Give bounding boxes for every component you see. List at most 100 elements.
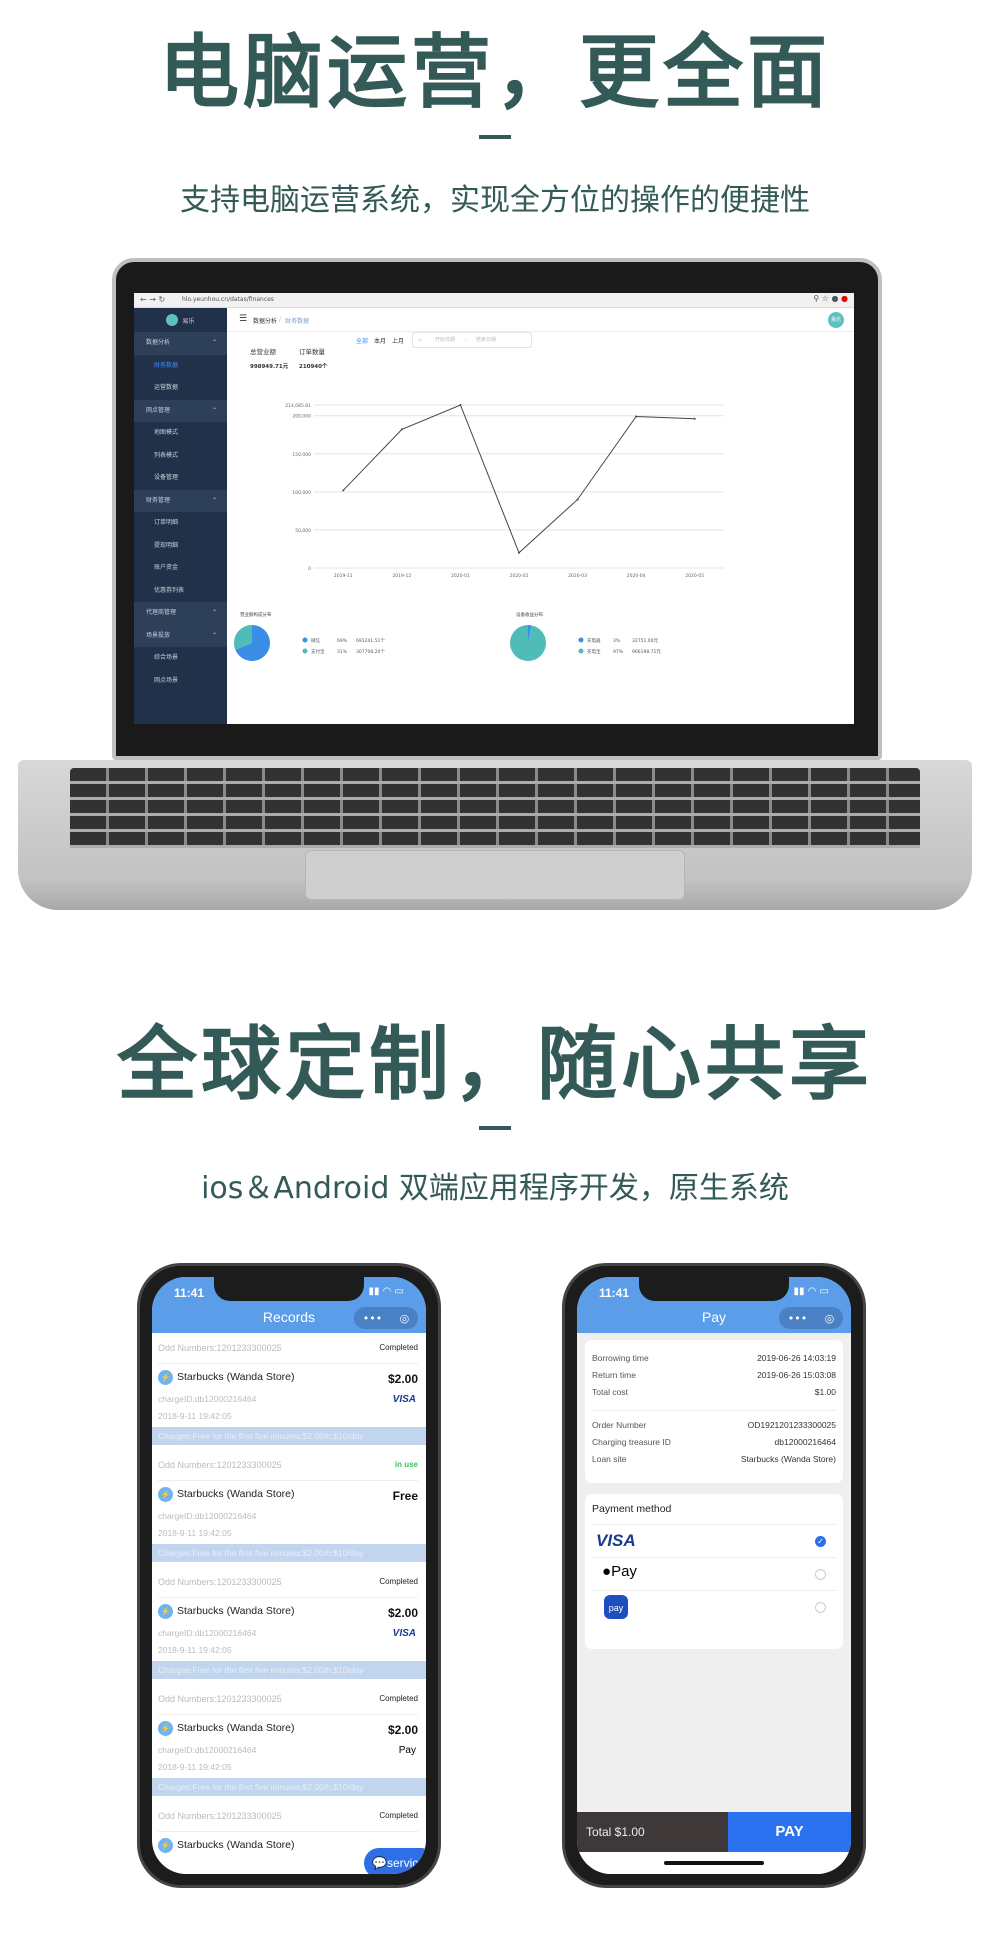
record-status: Completed [379,1343,418,1352]
keyboard [70,768,920,848]
amount: Free [392,1489,418,1503]
status-icons: ▮▮ ◠ ▭ [793,1286,829,1297]
payment-logo: VISA [392,1394,416,1405]
detail-row: Borrowing time 2019-06-26 14:03:19 [592,1353,836,1363]
divider [479,1126,511,1130]
store-name: Starbucks (Wanda Store) [177,1488,295,1500]
amount: $2.00 [387,1606,418,1620]
charge-id: chargeID:db12000216464 [158,1628,257,1638]
section-subtitle-pc: 支持电脑运营系统，实现全方位的操作的便捷性 [180,183,810,218]
record-status: Completed [379,1811,418,1820]
series-line [342,404,695,554]
odd-number: Odd Numbers:1201233300025 [158,1694,282,1704]
legend-pct: 97% [613,649,624,655]
record-date: 2018-9-11 19:42:05 [158,1411,232,1421]
legend-pct: 69% [337,638,348,644]
more-icon[interactable]: ••• [363,1312,382,1325]
store-name: Starbucks (Wanda Store) [177,1839,295,1851]
odd-number: Odd Numbers:1201233300025 [158,1343,282,1353]
order-details-card: Borrowing time 2019-06-26 14:03:19 Return … [585,1340,843,1483]
detail-row: Charging treasure ID db12000216464 [592,1437,836,1447]
x-tick-label: 2019-11 [334,573,353,579]
detail-row: Order Number OD1921201233300025 [592,1420,836,1430]
record-item[interactable]: Odd Numbers:1201233300025 Completed ⚡ St… [152,1571,426,1688]
store-name: Starbucks (Wanda Store) [177,1605,295,1617]
pie-title: 设备收益分布 [516,611,543,618]
status-icons: ▮▮ ◠ ▭ [368,1286,404,1297]
record-item[interactable]: Odd Numbers:1201233300025 Completed ⚡ St… [152,1337,426,1454]
amount: $2.00 [387,1723,418,1737]
data-point [518,551,520,554]
payment-method-card: Payment method VISA ✓ ●Pay pay [585,1494,843,1649]
legend-marker [302,648,308,654]
record-item[interactable]: Odd Numbers:1201233300025 in use ⚡ Starb… [152,1454,426,1571]
y-tick-label: 200,000 [292,414,311,420]
section-title-pc: 电脑运营，更全面 [159,26,831,119]
method-visa[interactable]: VISA ✓ [592,1524,836,1557]
store-name: Starbucks (Wanda Store) [177,1722,295,1734]
legend-value: 691241.51个 [356,638,385,644]
samsung-pay-logo: pay [604,1595,628,1619]
phone-pay: 11:41 ▮▮ ◠ ▭ Pay ••• ◎ Borrowing time 2019… [562,1263,866,1888]
more-icon[interactable]: ••• [788,1312,807,1325]
trackpad [305,850,685,900]
mini-program-capsule: ••• ◎ [779,1307,843,1329]
method-samsung-pay[interactable]: pay [592,1590,836,1623]
phone-records: 11:41 ▮▮ ◠ ▭ Records ••• ◎ Odd Numbers:12… [137,1263,441,1888]
payment-logo: Pay [398,1745,416,1756]
legend-value: 32751.00元 [632,638,658,644]
radio[interactable] [815,1602,826,1613]
close-target-icon[interactable]: ◎ [400,1312,410,1325]
x-tick-label: 2019-12 [392,573,411,579]
charge-id: chargeID:db12000216464 [158,1394,257,1404]
radio-selected[interactable]: ✓ [815,1536,826,1547]
legend-value: 966198.71元 [632,649,661,655]
total-amount: Total $1.00 [577,1812,728,1852]
radio[interactable] [815,1569,826,1580]
charges-info: Charges:Free for the first five minutes;… [152,1661,426,1679]
amount: $2.00 [387,1372,418,1386]
laptop-screen: ← → ↻ hlo.yeunhou.cn/datas/finances ⚲ ☆ … [134,293,854,724]
charger-icon: ⚡ [158,1370,173,1385]
detail-row: Return time 2019-06-26 15:03:08 [592,1370,836,1380]
pay-button[interactable]: PAY [728,1812,851,1852]
x-tick-label: 2020-02 [510,573,529,579]
legend-marker [302,637,308,643]
record-item[interactable]: Odd Numbers:1201233300025 Completed ⚡ St… [152,1688,426,1805]
y-tick-label: 50,000 [295,528,311,534]
detail-row: Loan site Starbucks (Wanda Store) [592,1454,836,1464]
home-indicator [664,1861,764,1865]
store-name: Starbucks (Wanda Store) [177,1371,295,1383]
method-apple-pay[interactable]: ●Pay [592,1557,836,1590]
odd-number: Odd Numbers:1201233300025 [158,1811,282,1821]
record-status: Completed [379,1577,418,1586]
legend-marker [578,637,584,643]
charges-info: Charges:Free for the first five minutes;… [152,1778,426,1796]
record-status: Completed [379,1694,418,1703]
record-status: in use [394,1460,418,1469]
y-tick-label: 100,000 [292,490,311,496]
service-button[interactable]: 💬service [364,1848,426,1874]
odd-number: Odd Numbers:1201233300025 [158,1460,282,1470]
close-target-icon[interactable]: ◎ [825,1312,835,1325]
pie-title: 营业额构成分布 [240,611,272,618]
charger-icon: ⚡ [158,1721,173,1736]
data-point [693,417,696,420]
legend-pct: 31% [337,649,348,655]
data-point [576,498,579,501]
x-tick-label: 2020-01 [451,573,470,579]
legend-name: 充电宝 [587,648,601,655]
legend-marker [578,648,584,654]
divider [479,135,511,139]
charges-info: Charges:Free for the first five minutes;… [152,1427,426,1445]
charger-icon: ⚡ [158,1838,173,1853]
section-title-mobile: 全球定制，随心共享 [117,1018,873,1111]
payment-method-title: Payment method [592,1503,672,1515]
legend-value: 307708.20个 [356,649,385,655]
mini-program-capsule: ••• ◎ [354,1307,418,1329]
legend-name: 微信 [311,637,320,644]
y-tick-label: 0 [308,566,311,572]
charge-id: chargeID:db12000216464 [158,1745,257,1755]
payment-logo: VISA [392,1628,416,1639]
data-point [635,415,638,418]
